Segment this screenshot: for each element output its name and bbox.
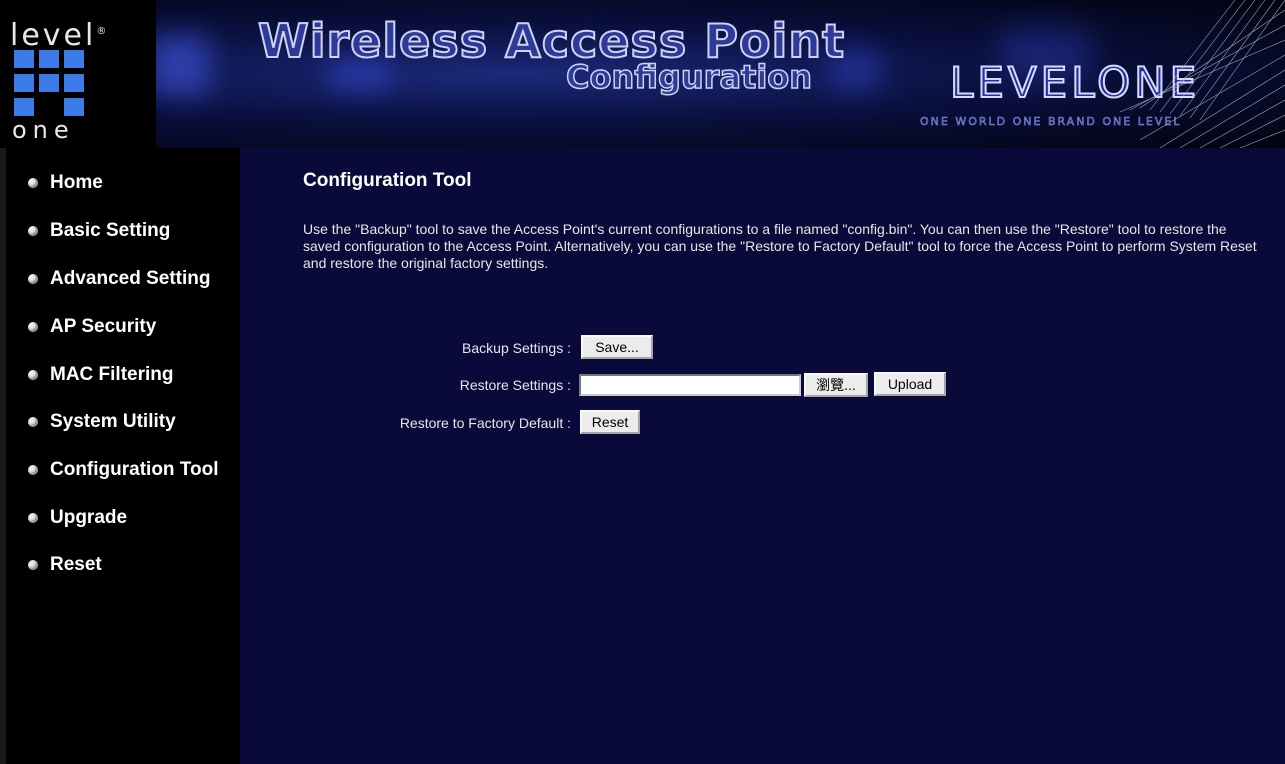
sidebar-item-label: Advanced Setting xyxy=(50,268,211,289)
sidebar-item-system-utility[interactable]: System Utility xyxy=(28,409,176,435)
bullet-icon xyxy=(28,322,38,332)
sidebar-item-ap-security[interactable]: AP Security xyxy=(28,314,156,340)
save-button[interactable]: Save... xyxy=(581,335,653,359)
logo-registered-mark: ® xyxy=(96,26,110,37)
sidebar-item-label: Upgrade xyxy=(50,507,128,528)
backup-settings-label: Backup Settings : xyxy=(462,340,571,356)
reset-button[interactable]: Reset xyxy=(580,410,640,434)
logo-text-level: level xyxy=(10,18,97,53)
banner-subtitle: Configuration xyxy=(565,57,813,97)
header-banner: level® one Wireless Access Point Configu… xyxy=(0,0,1285,148)
sidebar-item-label: Configuration Tool xyxy=(50,459,219,480)
sidebar-item-label: Home xyxy=(50,172,103,193)
bullet-icon xyxy=(28,274,38,284)
sidebar-item-label: System Utility xyxy=(50,411,176,432)
bullet-icon xyxy=(28,465,38,475)
sidebar-item-configuration-tool[interactable]: Configuration Tool xyxy=(28,457,219,483)
sidebar-item-mac-filtering[interactable]: MAC Filtering xyxy=(28,362,174,388)
sidebar-item-label: Basic Setting xyxy=(50,220,171,241)
bullet-icon xyxy=(28,178,38,188)
mesh-decoration-icon xyxy=(1119,0,1285,148)
sidebar-item-label: Reset xyxy=(50,554,102,575)
sidebar-item-home[interactable]: Home xyxy=(28,170,103,196)
factory-default-label: Restore to Factory Default : xyxy=(399,415,571,431)
bullet-icon xyxy=(28,417,38,427)
logo-grid-icon xyxy=(14,50,86,118)
page-description: Use the "Backup" tool to save the Access… xyxy=(303,221,1257,271)
sidebar-item-label: AP Security xyxy=(50,316,157,337)
sidebar-item-advanced-setting[interactable]: Advanced Setting xyxy=(28,266,210,292)
sidebar-item-basic-setting[interactable]: Basic Setting xyxy=(28,218,170,244)
bullet-icon xyxy=(28,513,38,523)
main-content: Configuration Tool Use the "Backup" tool… xyxy=(240,148,1285,764)
logo-text-one: one xyxy=(12,116,75,144)
upload-button[interactable]: Upload xyxy=(874,372,946,396)
browse-button[interactable]: 瀏覽... xyxy=(804,373,868,397)
sidebar-item-label: MAC Filtering xyxy=(50,364,174,385)
restore-settings-label: Restore Settings : xyxy=(459,377,571,393)
sidebar-nav: Home Basic Setting Advanced Setting AP S… xyxy=(0,148,240,764)
page-title: Configuration Tool xyxy=(303,170,472,191)
sidebar-item-reset[interactable]: Reset xyxy=(28,552,102,578)
levelone-logo: level® one xyxy=(0,0,156,148)
bullet-icon xyxy=(28,370,38,380)
bullet-icon xyxy=(28,560,38,570)
bullet-icon xyxy=(28,226,38,236)
restore-file-field[interactable] xyxy=(579,374,801,396)
sidebar-item-upgrade[interactable]: Upgrade xyxy=(28,505,127,531)
